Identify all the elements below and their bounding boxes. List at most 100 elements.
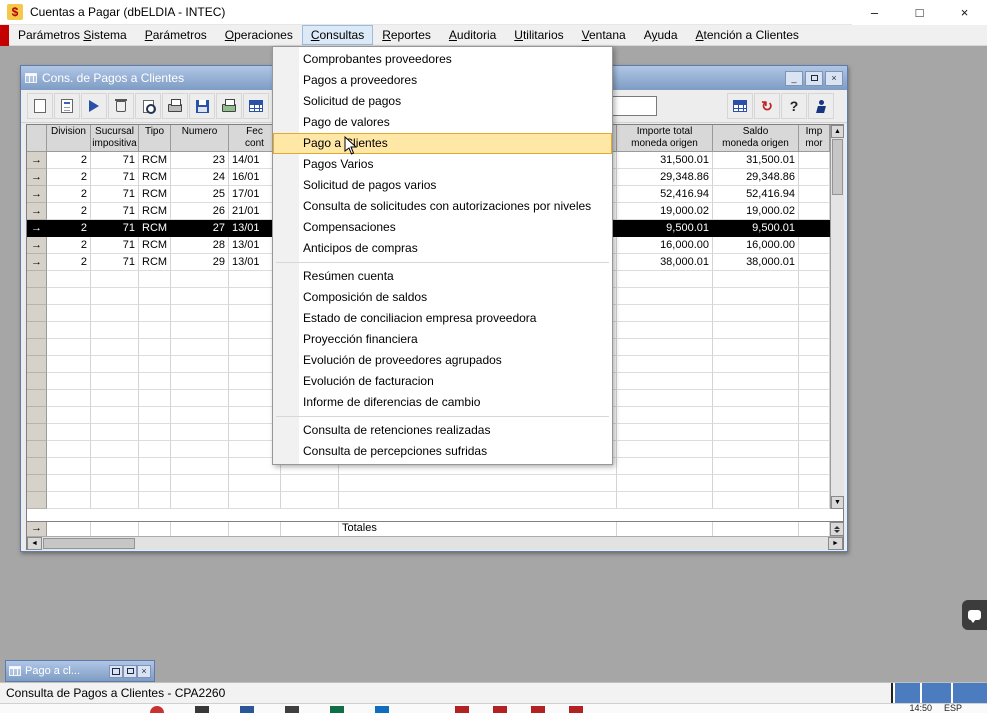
open-record-button[interactable]	[54, 93, 80, 119]
scroll-left-button[interactable]: ◄	[27, 537, 42, 550]
taskbar-app-icon-5[interactable]	[375, 706, 389, 713]
print-button[interactable]	[162, 93, 188, 119]
menubar-item-operaciones[interactable]: Operaciones	[216, 25, 302, 45]
column-header-division[interactable]: Division	[47, 125, 91, 152]
menu-item-evolucion-de-proveedores-agrupados[interactable]: Evolución de proveedores agrupados	[273, 350, 612, 371]
cell-importe: 16,000.00	[617, 237, 713, 254]
print-color-button[interactable]	[216, 93, 242, 119]
child-maximize-button[interactable]	[805, 71, 823, 86]
menu-item-pago-a-clientes[interactable]: Pago a Clientes	[273, 133, 612, 154]
menu-item-comprobantes-proveedores[interactable]: Comprobantes proveedores	[273, 49, 612, 70]
minimized-window-pago[interactable]: Pago a cl... ×	[5, 660, 155, 682]
cell-numero: 24	[171, 169, 229, 186]
refresh-button[interactable]: ↻	[754, 93, 780, 119]
cell-sucursal: 71	[91, 220, 139, 237]
grid-row-empty[interactable]	[27, 475, 843, 492]
pinned-red-icon-1[interactable]	[455, 706, 469, 713]
maximize-button[interactable]: □	[897, 0, 942, 25]
export-table-icon	[733, 100, 747, 112]
menubar-item-parametros-sistema[interactable]: Parámetros Sistema	[9, 25, 136, 45]
close-button[interactable]: ×	[942, 0, 987, 25]
row-marker-cell	[27, 424, 47, 441]
column-header-tipo[interactable]: Tipo	[139, 125, 171, 152]
taskbar-app-icon-1[interactable]	[195, 706, 209, 713]
delete-button[interactable]	[108, 93, 134, 119]
cell-saldo	[713, 522, 799, 536]
exit-button[interactable]	[808, 93, 834, 119]
pinned-red-icon-3[interactable]	[531, 706, 545, 713]
child-close-button[interactable]: ×	[825, 71, 843, 86]
grid-row-empty[interactable]	[27, 492, 843, 509]
save-button[interactable]	[189, 93, 215, 119]
menubar-item-atencion-a-clientes[interactable]: Atención a Clientes	[687, 25, 808, 45]
scroll-right-button[interactable]: ►	[828, 537, 843, 550]
menubar-item-consultas[interactable]: Consultas	[302, 25, 373, 45]
mini-maximize-button[interactable]	[123, 665, 137, 678]
row-marker-cell	[27, 458, 47, 475]
column-header-marker[interactable]	[27, 125, 47, 152]
menu-item-anticipos-de-compras[interactable]: Anticipos de compras	[273, 238, 612, 259]
vertical-scroll-thumb[interactable]	[832, 139, 843, 195]
column-header-sucursal[interactable]: Sucursal impositiva	[91, 125, 139, 152]
mini-close-button[interactable]: ×	[137, 665, 151, 678]
column-header-numero[interactable]: Numero	[171, 125, 229, 152]
pinned-red-icon-4[interactable]	[569, 706, 583, 713]
tray-red-dot-icon[interactable]	[150, 706, 164, 713]
taskbar-app-icon-3[interactable]	[285, 706, 299, 713]
menu-item-evolucion-de-facturacion[interactable]: Evolución de facturacion	[273, 371, 612, 392]
mini-restore-button[interactable]	[109, 665, 123, 678]
menu-item-consulta-de-retenciones-realizadas[interactable]: Consulta de retenciones realizadas	[273, 420, 612, 441]
menu-item-resumen-cuenta[interactable]: Resúmen cuenta	[273, 266, 612, 287]
cell-importe: 38,000.01	[617, 254, 713, 271]
minimize-button[interactable]: –	[852, 0, 897, 25]
cell-saldo	[713, 322, 799, 339]
menu-item-composicion-de-saldos[interactable]: Composición de saldos	[273, 287, 612, 308]
menubar-item-auditoria[interactable]: Auditoria	[440, 25, 505, 45]
menubar-item-utilitarios[interactable]: Utilitarios	[505, 25, 572, 45]
scroll-up-button[interactable]: ▲	[831, 125, 844, 138]
vertical-scrollbar[interactable]: ▲ ▼	[830, 125, 844, 509]
menubar-item-reportes[interactable]: Reportes	[373, 25, 440, 45]
chat-bubble-overlay[interactable]	[962, 600, 987, 630]
menu-item-pagos-varios[interactable]: Pagos Varios	[273, 154, 612, 175]
row-marker-cell	[27, 407, 47, 424]
cell-tipo	[139, 475, 171, 492]
horizontal-scroll-thumb[interactable]	[43, 538, 135, 549]
column-header-importe[interactable]: Importe total moneda origen	[617, 125, 713, 152]
taskbar-app-icon-2[interactable]	[240, 706, 254, 713]
taskbar-app-icon-4[interactable]	[330, 706, 344, 713]
menu-item-compensaciones[interactable]: Compensaciones	[273, 217, 612, 238]
menubar-item-parametros[interactable]: Parámetros	[136, 25, 216, 45]
totals-spinner[interactable]	[830, 522, 844, 536]
grid-view-button[interactable]	[243, 93, 269, 119]
menu-item-informe-de-diferencias-de-cambio[interactable]: Informe de diferencias de cambio	[273, 392, 612, 413]
menu-item-solicitud-de-pagos-varios[interactable]: Solicitud de pagos varios	[273, 175, 612, 196]
cell-saldo: 19,000.02	[713, 203, 799, 220]
menu-item-estado-de-conciliacion-empresa-proveedora[interactable]: Estado de conciliacion empresa proveedor…	[273, 308, 612, 329]
run-query-button[interactable]	[81, 93, 107, 119]
scroll-down-button[interactable]: ▼	[831, 496, 844, 509]
menubar-item-ayuda[interactable]: Ayuda	[635, 25, 687, 45]
menu-item-consulta-de-solicitudes-con-autorizaciones-por-niveles[interactable]: Consulta de solicitudes con autorizacion…	[273, 196, 612, 217]
menu-item-solicitud-de-pagos[interactable]: Solicitud de pagos	[273, 91, 612, 112]
taskbar-language-indicator[interactable]: ESP	[944, 703, 962, 713]
menu-item-pago-de-valores[interactable]: Pago de valores	[273, 112, 612, 133]
horizontal-scrollbar[interactable]: ◄ ►	[27, 536, 843, 550]
cell-impcut	[799, 271, 830, 288]
taskbar-clock: 14:50	[909, 703, 932, 713]
cell-impcut	[799, 339, 830, 356]
menu-item-consulta-de-percepciones-sufridas[interactable]: Consulta de percepciones sufridas	[273, 441, 612, 462]
pinned-red-icon-2[interactable]	[493, 706, 507, 713]
export-table-button[interactable]	[727, 93, 753, 119]
menu-item-proyeccion-financiera[interactable]: Proyección financiera	[273, 329, 612, 350]
menu-item-pagos-a-proveedores[interactable]: Pagos a proveedores	[273, 70, 612, 91]
column-header-saldo[interactable]: Saldo moneda origen	[713, 125, 799, 152]
new-document-button[interactable]	[27, 93, 53, 119]
help-button[interactable]: ?	[781, 93, 807, 119]
child-minimize-button[interactable]: _	[785, 71, 803, 86]
cell-impcut	[799, 220, 830, 237]
preview-button[interactable]	[135, 93, 161, 119]
column-header-impcut[interactable]: Imp mor	[799, 125, 830, 152]
totals-cells[interactable]: →Totales	[27, 522, 844, 536]
menubar-item-ventana[interactable]: Ventana	[573, 25, 635, 45]
